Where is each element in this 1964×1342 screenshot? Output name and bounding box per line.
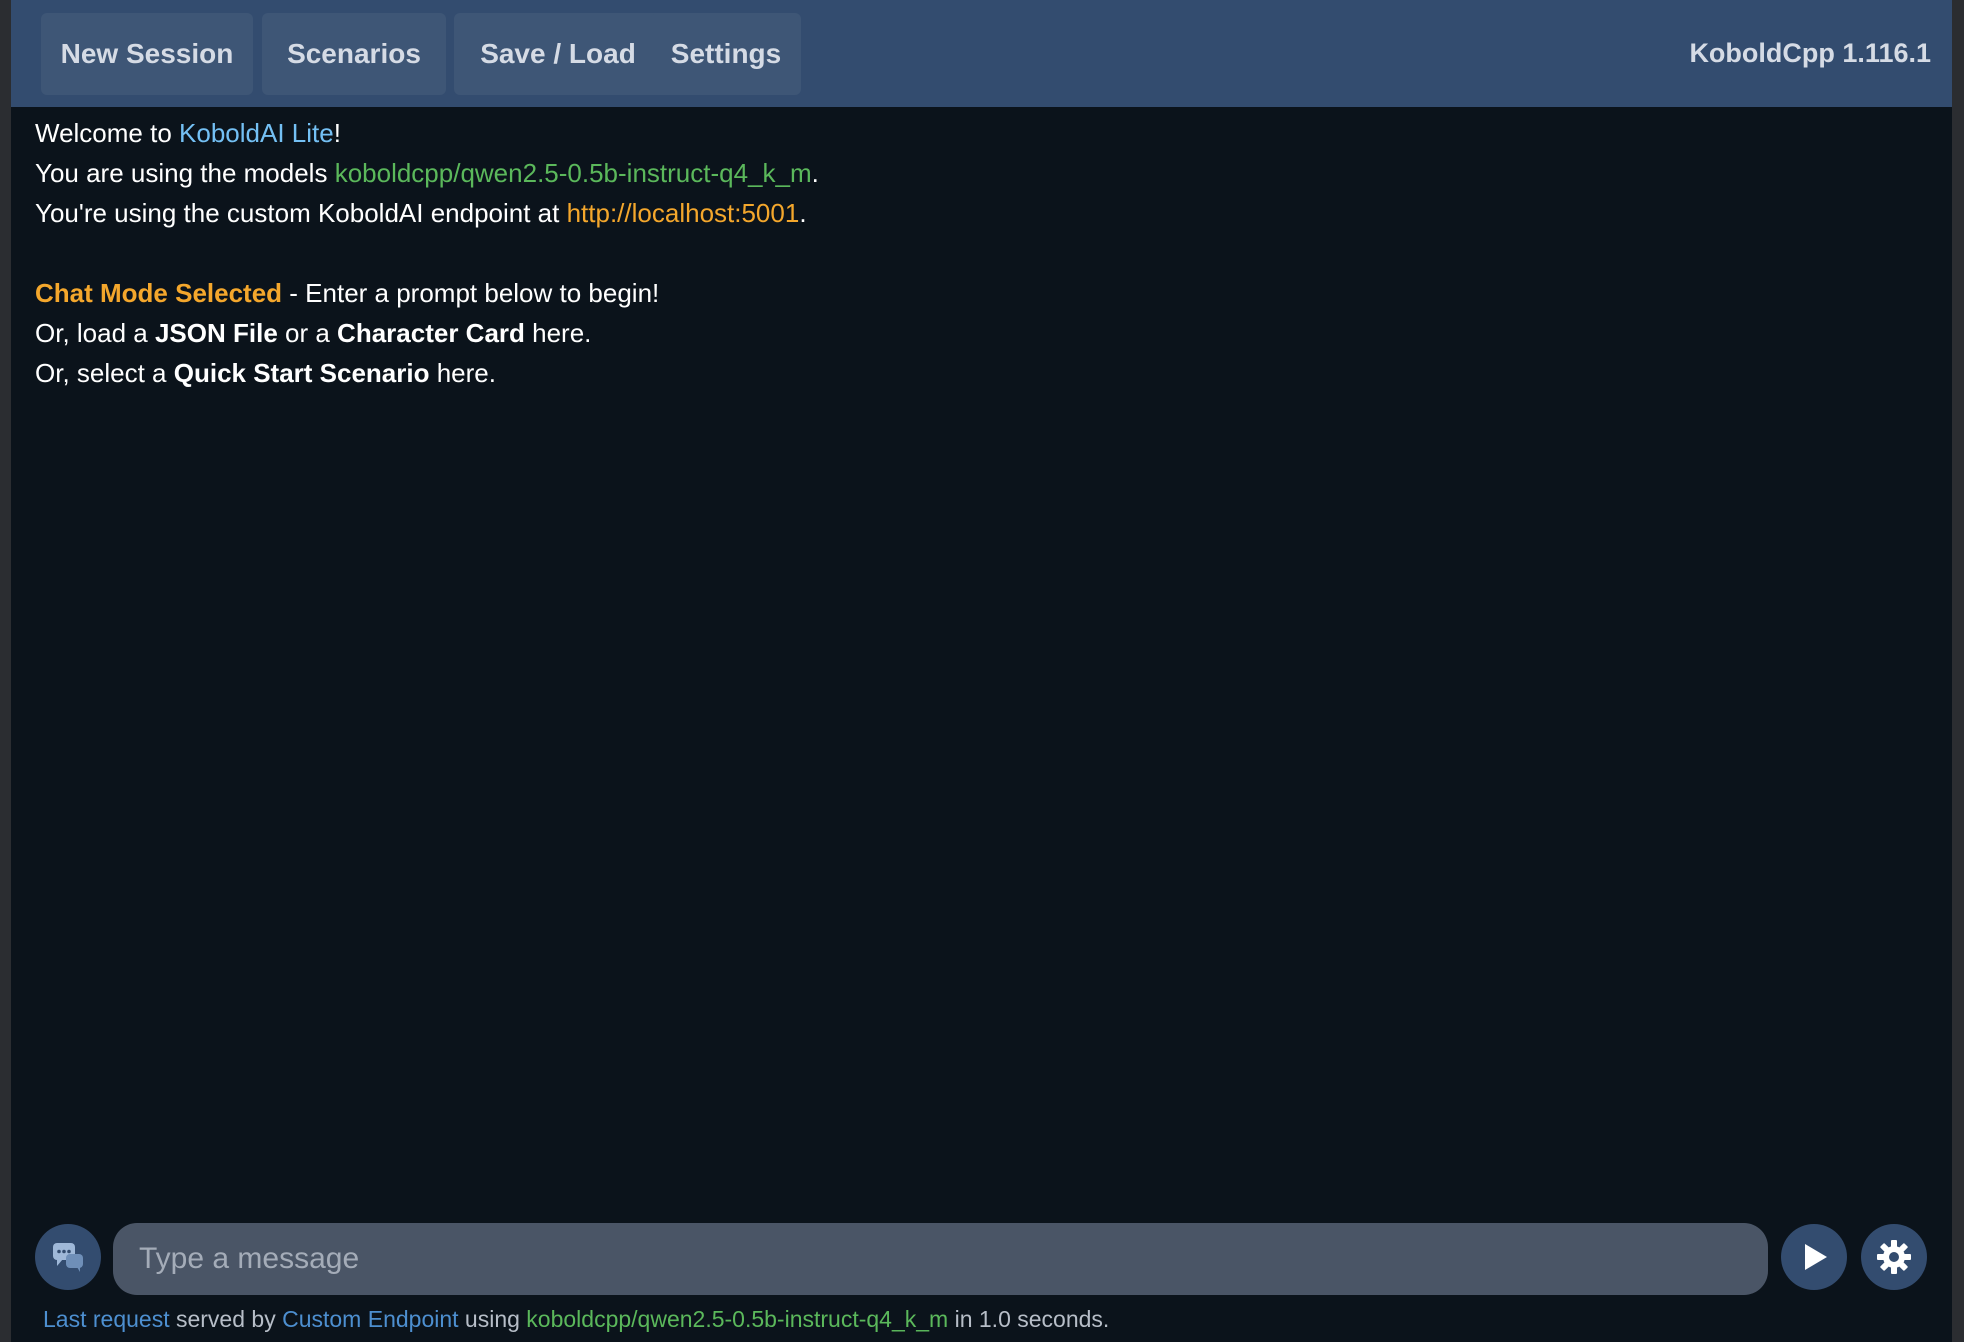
load-json-file-link[interactable]: JSON File: [155, 318, 278, 348]
app-window: New Session Scenarios Save / Load Settin…: [11, 0, 1952, 1342]
message-input[interactable]: [137, 1241, 1768, 1277]
load-line: Or, load a JSON File or a Character Card…: [35, 313, 1915, 353]
chat-mode-label: Chat Mode Selected: [35, 278, 283, 308]
endpoint-suffix: .: [799, 198, 807, 228]
response-time-text: in 1.0 seconds.: [948, 1306, 1110, 1332]
settings-button[interactable]: Settings: [651, 13, 801, 95]
models-line: You are using the models koboldcpp/qwen2…: [35, 153, 1915, 193]
chat-mode-line: Chat Mode Selected - Enter a prompt belo…: [35, 273, 1915, 313]
scenario-prefix: Or, select a: [35, 358, 174, 388]
custom-endpoint-link[interactable]: Custom Endpoint: [282, 1306, 458, 1332]
load-mid: or a: [277, 318, 338, 348]
quick-start-scenario-link[interactable]: Quick Start Scenario: [174, 358, 430, 388]
scenario-suffix: here.: [429, 358, 496, 388]
models-prefix: You are using the models: [35, 158, 335, 188]
send-button[interactable]: [1781, 1224, 1847, 1290]
endpoint-line: You're using the custom KoboldAI endpoin…: [35, 193, 1915, 233]
save-load-button[interactable]: Save / Load: [454, 13, 662, 95]
served-by-text: served by: [169, 1306, 283, 1332]
load-prefix: Or, load a: [35, 318, 155, 348]
chat-mode-toggle-button[interactable]: [35, 1224, 101, 1290]
load-character-card-link[interactable]: Character Card: [337, 318, 525, 348]
quick-settings-button[interactable]: [1861, 1224, 1927, 1290]
new-session-button[interactable]: New Session: [41, 13, 253, 95]
status-line: Last request served by Custom Endpoint u…: [43, 1306, 1109, 1333]
status-model-name: koboldcpp/qwen2.5-0.5b-instruct-q4_k_m: [526, 1306, 949, 1332]
scenarios-button[interactable]: Scenarios: [262, 13, 446, 95]
models-suffix: .: [811, 158, 819, 188]
using-text: using: [458, 1306, 527, 1332]
top-nav-bar: New Session Scenarios Save / Load Settin…: [11, 0, 1952, 107]
welcome-prefix: Welcome to: [35, 118, 180, 148]
chat-mode-text: - Enter a prompt below to begin!: [282, 278, 660, 308]
model-name: koboldcpp/qwen2.5-0.5b-instruct-q4_k_m: [334, 158, 812, 188]
endpoint-url: http://localhost:5001: [566, 198, 800, 228]
message-input-container: [113, 1223, 1768, 1295]
app-version: KoboldCpp 1.116.1: [1689, 38, 1931, 68]
welcome-line: Welcome to KoboldAI Lite!: [35, 113, 1915, 153]
play-send-icon: [1805, 1244, 1827, 1270]
scenario-line: Or, select a Quick Start Scenario here.: [35, 353, 1915, 393]
welcome-suffix: !: [333, 118, 341, 148]
last-request-link[interactable]: Last request: [43, 1306, 170, 1332]
load-suffix: here.: [524, 318, 592, 348]
koboldai-lite-link[interactable]: KoboldAI Lite: [179, 118, 334, 148]
welcome-message: Welcome to KoboldAI Lite! You are using …: [35, 113, 1915, 393]
chat-bubbles-icon: [53, 1243, 83, 1272]
gear-icon: [1877, 1240, 1911, 1274]
endpoint-prefix: You're using the custom KoboldAI endpoin…: [35, 198, 567, 228]
